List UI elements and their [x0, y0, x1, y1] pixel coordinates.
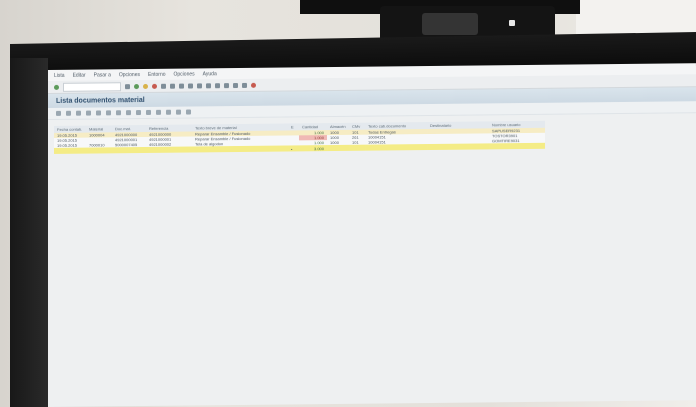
- layout-icon[interactable]: [251, 82, 256, 88]
- layout-select-icon[interactable]: [176, 109, 181, 115]
- menu-item-ayuda[interactable]: Ayuda: [203, 71, 217, 77]
- total-cell: [54, 147, 86, 154]
- menu-item-pasar-a[interactable]: Pasar a: [94, 72, 111, 78]
- first-page-icon[interactable]: [188, 82, 193, 89]
- sort-descending-icon[interactable]: [86, 110, 91, 116]
- menu-item-lista[interactable]: Lista: [54, 72, 65, 78]
- help-icon[interactable]: [242, 82, 247, 88]
- enter-icon[interactable]: [54, 84, 59, 90]
- exit-icon[interactable]: [143, 83, 148, 89]
- find-icon[interactable]: [170, 83, 175, 89]
- print-icon[interactable]: [161, 83, 166, 89]
- webcam-led-icon: [509, 20, 515, 26]
- total-cell: [86, 147, 112, 154]
- find-icon-2[interactable]: [96, 110, 101, 116]
- menu-item-entorno[interactable]: Entorno: [148, 71, 166, 77]
- cancel-icon[interactable]: [152, 83, 157, 89]
- total-cell: [349, 144, 365, 151]
- next-page-icon[interactable]: [206, 82, 211, 88]
- export-icon[interactable]: [146, 109, 151, 115]
- menu-item-editar[interactable]: Editar: [73, 72, 86, 78]
- monitor-bezel-left: [10, 58, 48, 407]
- total-cell: [146, 146, 192, 153]
- total-cell: [192, 145, 288, 153]
- total-cell: [112, 146, 146, 154]
- shortcut-icon[interactable]: [233, 82, 238, 88]
- material-documents-table: Fecha contab. Material Doc.mat. Referenc…: [54, 120, 545, 154]
- monitor-screen: Lista Editar Pasar a Opciones Entorno Op…: [48, 63, 696, 407]
- menu-item-opciones[interactable]: Opciones: [119, 72, 140, 78]
- layout-save-icon[interactable]: [186, 109, 191, 115]
- menu-item-opciones-2[interactable]: Opciones: [174, 71, 195, 77]
- total-marker: •: [288, 145, 299, 152]
- filter-icon[interactable]: [106, 110, 111, 116]
- back-icon[interactable]: [134, 83, 139, 89]
- graphic-icon[interactable]: [156, 109, 161, 115]
- previous-page-icon[interactable]: [197, 82, 202, 88]
- webcam-lens-icon: [422, 13, 478, 35]
- subtotal-icon[interactable]: [126, 110, 131, 116]
- total-cell: [427, 143, 489, 151]
- save-icon[interactable]: [125, 83, 130, 89]
- last-page-icon[interactable]: [215, 82, 220, 88]
- command-field[interactable]: [63, 81, 121, 92]
- sort-ascending-icon[interactable]: [76, 110, 81, 116]
- refresh-icon[interactable]: [66, 110, 71, 116]
- total-cell: [327, 144, 349, 152]
- print-preview-icon[interactable]: [136, 110, 141, 116]
- detail-icon[interactable]: [56, 110, 61, 116]
- total-icon[interactable]: [116, 110, 121, 116]
- find-next-icon[interactable]: [179, 83, 184, 89]
- new-session-icon[interactable]: [224, 82, 229, 88]
- layout-change-icon[interactable]: [166, 109, 171, 115]
- total-cell: [365, 144, 427, 151]
- total-cell: [489, 142, 545, 150]
- total-quantity: 3.000: [299, 145, 327, 152]
